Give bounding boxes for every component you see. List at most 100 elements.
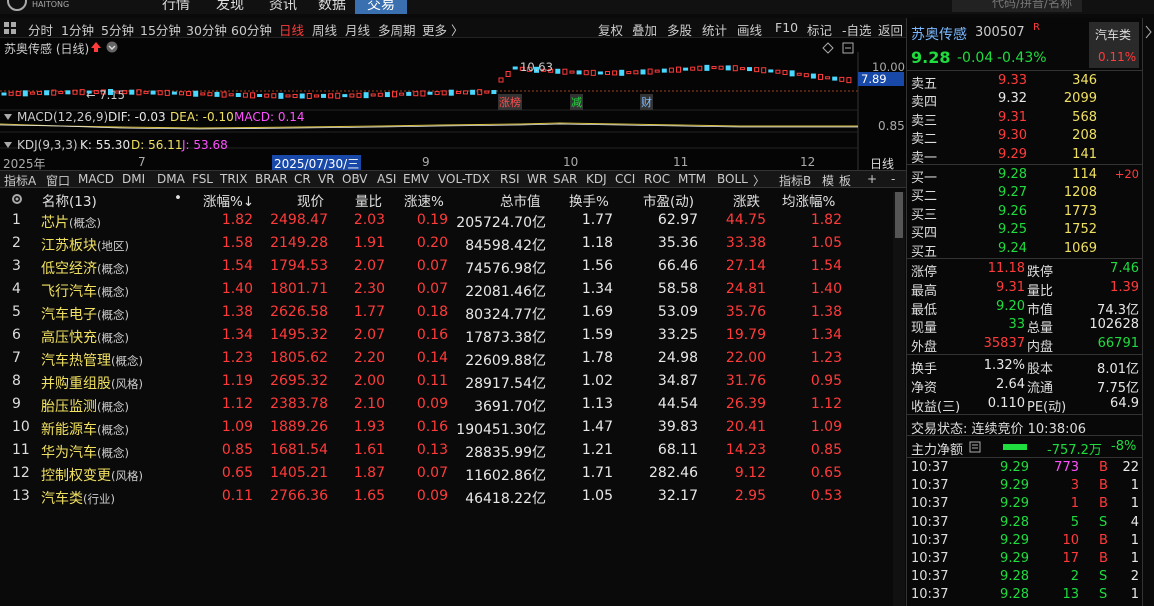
tab-dma[interactable]: DMA xyxy=(157,172,185,186)
btn-back[interactable]: 返回 xyxy=(878,20,903,39)
grid-icon[interactable] xyxy=(4,22,16,34)
period-1min[interactable]: 1分钟 xyxy=(61,20,94,39)
btn-stats[interactable]: 统计 xyxy=(702,20,727,39)
tab-sar[interactable]: SAR xyxy=(553,172,577,186)
nav-quotes[interactable]: 行情 xyxy=(162,0,190,14)
table-row[interactable]: 1 芯片(概念) 1.82 2498.47 2.03 0.19 205724.70亿 1.77… xyxy=(0,210,890,233)
tab-indicator-a[interactable]: 指标A xyxy=(4,172,36,189)
list-icon[interactable] xyxy=(969,441,981,453)
table-row[interactable]: 6 高压快充(概念) 1.34 1495.32 2.07 0.16 17873.38亿 1.5… xyxy=(0,325,890,348)
nav-news[interactable]: 资讯 xyxy=(269,0,297,14)
table-row[interactable]: 2 江苏板块(地区) 1.58 2149.28 1.91 0.20 84598.42亿 1.1… xyxy=(0,233,890,256)
table-row[interactable]: 13 汽车类(行业) 0.11 2766.36 1.65 0.09 46418.22亿 1.0… xyxy=(0,486,890,509)
ask-row[interactable]: 卖五 9.33 346 xyxy=(907,72,1143,92)
col-volume-ratio[interactable]: 量比 xyxy=(355,190,382,210)
tab-roc[interactable]: ROC xyxy=(644,172,670,186)
tab-template-2[interactable]: 板 xyxy=(839,172,851,189)
stat-label: 市值 xyxy=(1027,302,1054,318)
period-timeshare[interactable]: 分时 xyxy=(28,20,53,39)
btn-adjust[interactable]: 复权 xyxy=(598,20,623,39)
ask-row[interactable]: 卖四 9.32 2099 xyxy=(907,90,1143,110)
btn-draw[interactable]: 画线 xyxy=(737,20,762,39)
table-row[interactable]: 10 新能源车(概念) 1.09 1889.26 1.93 0.16 190451.30亿 1… xyxy=(0,417,890,440)
tab-window[interactable]: 窗口 xyxy=(46,172,70,189)
tab-dmi[interactable]: DMI xyxy=(122,172,145,186)
ask-row[interactable]: 卖三 9.31 568 xyxy=(907,109,1143,129)
tab-trix[interactable]: TRIX xyxy=(220,172,247,186)
tab-cci[interactable]: CCI xyxy=(615,172,635,186)
tab-cr[interactable]: CR xyxy=(294,172,311,186)
col-price[interactable]: 现价 xyxy=(297,190,324,210)
table-row[interactable]: 3 低空经济(概念) 1.54 1794.53 2.07 0.07 74576.98亿 1.5… xyxy=(0,256,890,279)
table-row[interactable]: 11 华为汽车(概念) 0.85 1681.54 1.61 0.13 28835.99亿 1.… xyxy=(0,440,890,463)
scrollbar-thumb[interactable] xyxy=(895,192,903,238)
period-weekly[interactable]: 周线 xyxy=(312,20,337,39)
row-mcap: 80324.77亿 xyxy=(465,307,546,323)
tab-template-1[interactable]: 模 xyxy=(822,172,834,189)
btn-watchlist[interactable]: -自选 xyxy=(842,20,872,39)
table-scrollbar[interactable] xyxy=(893,192,905,606)
tab-remove[interactable]: - xyxy=(891,172,895,186)
bid-row[interactable]: 买五 9.24 1069 xyxy=(907,240,1143,260)
tab-emv[interactable]: EMV xyxy=(403,172,429,186)
tab-asi[interactable]: ASI xyxy=(377,172,396,186)
ask-row[interactable]: 卖一 9.29 141 xyxy=(907,146,1143,166)
kline-chart[interactable]: 苏奥传感 (日线) 10.00 7.89 ← 7.15 10.63 涨榜 减 财… xyxy=(0,38,906,172)
tab-macd[interactable]: MACD xyxy=(78,172,114,186)
tab-brar[interactable]: BRAR xyxy=(255,172,288,186)
table-row[interactable]: 12 控制权变更(风格) 0.65 1405.21 1.87 0.07 11602.86亿 1… xyxy=(0,463,890,486)
stock-name[interactable]: 苏奥传感 xyxy=(911,24,967,44)
period-60min[interactable]: 60分钟 xyxy=(231,20,272,39)
tab-mtm[interactable]: MTM xyxy=(678,172,706,186)
tab-boll[interactable]: BOLL xyxy=(717,172,748,186)
col-turnover[interactable]: 换手% xyxy=(569,190,609,210)
bid-row[interactable]: 买四 9.25 1752 xyxy=(907,221,1143,241)
tab-vr[interactable]: VR xyxy=(318,172,335,186)
btn-mark[interactable]: 标记 xyxy=(807,20,832,39)
btn-f10[interactable]: F10 xyxy=(775,20,798,35)
period-multi[interactable]: 多周期 xyxy=(378,20,416,39)
ask-row[interactable]: 卖二 9.30 208 xyxy=(907,127,1143,147)
table-row[interactable]: 7 汽车热管理(概念) 1.23 1805.62 2.20 0.14 22609.88亿 1.… xyxy=(0,348,890,371)
tab-indicator-b[interactable]: 指标B xyxy=(779,172,811,189)
table-row[interactable]: 4 飞行汽车(概念) 1.40 1801.71 2.30 0.07 22081.46亿 1.3… xyxy=(0,279,890,302)
tab-wr[interactable]: WR xyxy=(527,172,547,186)
period-daily[interactable]: 日线 xyxy=(279,20,304,39)
col-diff[interactable]: 涨跌 xyxy=(733,190,760,210)
col-speed[interactable]: 涨速% xyxy=(404,190,444,210)
tab-fsl[interactable]: FSL xyxy=(192,172,213,186)
row-avg-change: 0.95 xyxy=(810,373,842,389)
tab-rsi[interactable]: RSI xyxy=(500,172,520,186)
period-monthly[interactable]: 月线 xyxy=(345,20,370,39)
tab-obv[interactable]: OBV xyxy=(342,172,368,186)
btn-multistock[interactable]: 多股 xyxy=(667,20,692,39)
nav-trade[interactable]: 交易 xyxy=(355,0,407,14)
tab-kdj[interactable]: KDJ xyxy=(586,172,607,186)
nav-data[interactable]: 数据 xyxy=(318,0,346,14)
bid-row[interactable]: 买一 9.28 114 +20 xyxy=(907,166,1143,186)
bid-row[interactable]: 买三 9.26 1773 xyxy=(907,203,1143,223)
nav-discover[interactable]: 发现 xyxy=(216,0,244,14)
gear-icon[interactable] xyxy=(10,192,24,206)
btn-overlay[interactable]: 叠加 xyxy=(632,20,657,39)
period-more[interactable]: 更多 〉 xyxy=(422,20,463,39)
search-input[interactable]: 代码/拼音/名称 xyxy=(952,0,1082,12)
row-change-pct: 0.85 xyxy=(221,442,253,458)
row-avg-change: 0.85 xyxy=(810,442,842,458)
period-15min[interactable]: 15分钟 xyxy=(140,20,181,39)
table-row[interactable]: 9 胎压监测(概念) 1.12 2383.78 2.10 0.09 3691.70亿 1.13… xyxy=(0,394,890,417)
tab-add[interactable]: + xyxy=(867,172,877,186)
tab-more[interactable]: 〉 xyxy=(753,172,765,189)
bid-row[interactable]: 买二 9.27 1208 xyxy=(907,184,1143,204)
col-name[interactable]: 名称(13) xyxy=(42,190,97,210)
col-mcap[interactable]: 总市值 xyxy=(500,190,541,210)
table-row[interactable]: 8 并购重组股(风格) 1.19 2695.32 2.00 0.11 28917.54亿 1.… xyxy=(0,371,890,394)
col-pe[interactable]: 市盈(动) xyxy=(643,190,694,210)
period-30min[interactable]: 30分钟 xyxy=(186,20,227,39)
col-change-pct[interactable]: 涨幅%↓ xyxy=(203,190,254,210)
period-5min[interactable]: 5分钟 xyxy=(101,20,134,39)
col-avg-change[interactable]: 均涨幅% xyxy=(782,190,835,210)
tab-voltdx[interactable]: VOL-TDX xyxy=(438,172,490,186)
candle xyxy=(590,69,596,76)
table-row[interactable]: 5 汽车电子(概念) 1.38 2626.58 1.77 0.18 80324.77亿 1.6… xyxy=(0,302,890,325)
